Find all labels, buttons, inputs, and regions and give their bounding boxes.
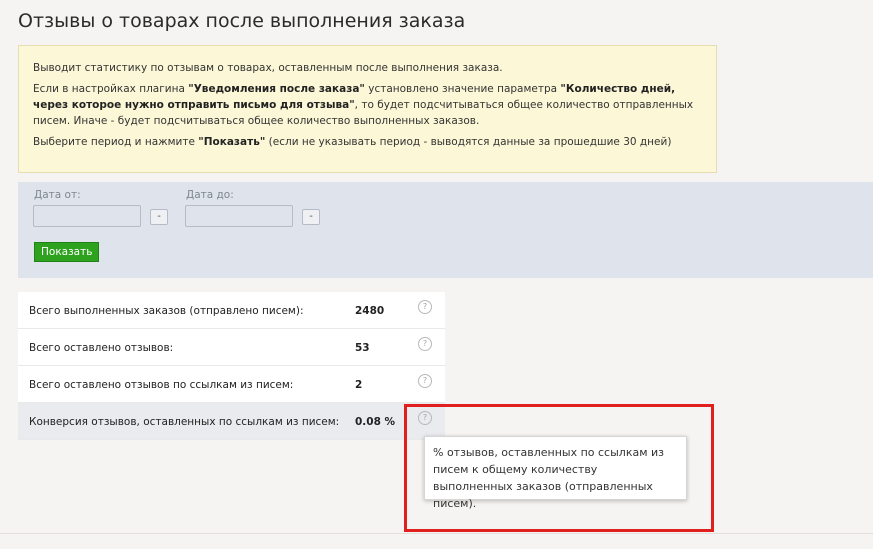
stat-row-orders: Всего выполненных заказов (отправлено пи…: [18, 292, 445, 329]
info-button-name: "Показать": [198, 136, 266, 148]
divider: [0, 533, 873, 534]
info-line-2: Если в настройках плагина "Уведомления п…: [33, 81, 702, 129]
info-line-1: Выводит статистику по отзывам о товарах,…: [33, 62, 503, 74]
stat-row-conversion: Конверсия отзывов, оставленных по ссылка…: [18, 403, 445, 440]
info-text: (если не указывать период - выводятся да…: [265, 136, 672, 148]
date-from-input[interactable]: [33, 205, 141, 227]
stat-value: 2: [355, 379, 363, 391]
stat-row-email-reviews: Всего оставлено отзывов по ссылкам из пи…: [18, 366, 445, 403]
date-to-label: Дата до:: [186, 189, 234, 201]
stat-value: 2480: [355, 305, 385, 317]
stat-label: Всего оставлено отзывов по ссылкам из пи…: [29, 379, 294, 391]
help-icon[interactable]: ?: [418, 300, 432, 314]
show-button[interactable]: Показать: [34, 242, 100, 262]
stat-label: Всего выполненных заказов (отправлено пи…: [29, 305, 304, 317]
info-line-3: Выберите период и нажмите "Показать" (ес…: [33, 134, 702, 150]
stat-value: 0.08 %: [355, 416, 396, 428]
help-icon[interactable]: ?: [418, 337, 432, 351]
date-from-clear-button[interactable]: -: [150, 209, 168, 225]
tooltip: % отзывов, оставленных по ссылкам из пис…: [424, 436, 687, 510]
stats-table: Всего выполненных заказов (отправлено пи…: [18, 292, 445, 440]
page-title: Отзывы о товарах после выполнения заказа: [18, 10, 466, 32]
filter-panel: Дата от: - Дата до: - Показать: [18, 182, 873, 278]
stat-row-reviews: Всего оставлено отзывов: 53 ?: [18, 329, 445, 366]
info-text: Выберите период и нажмите: [33, 136, 199, 148]
help-icon[interactable]: ?: [418, 374, 432, 388]
date-to-input[interactable]: [185, 205, 293, 227]
info-plugin-name: "Уведомления после заказа": [188, 83, 365, 95]
info-text: установлено значение параметра: [364, 83, 561, 95]
info-text: Если в настройках плагина: [33, 83, 189, 95]
date-from-label: Дата от:: [34, 189, 81, 201]
date-to-clear-button[interactable]: -: [302, 209, 320, 225]
info-box: Выводит статистику по отзывам о товарах,…: [18, 45, 717, 173]
stat-label: Конверсия отзывов, оставленных по ссылка…: [29, 416, 340, 428]
stat-label: Всего оставлено отзывов:: [29, 342, 174, 354]
stat-value: 53: [355, 342, 370, 354]
